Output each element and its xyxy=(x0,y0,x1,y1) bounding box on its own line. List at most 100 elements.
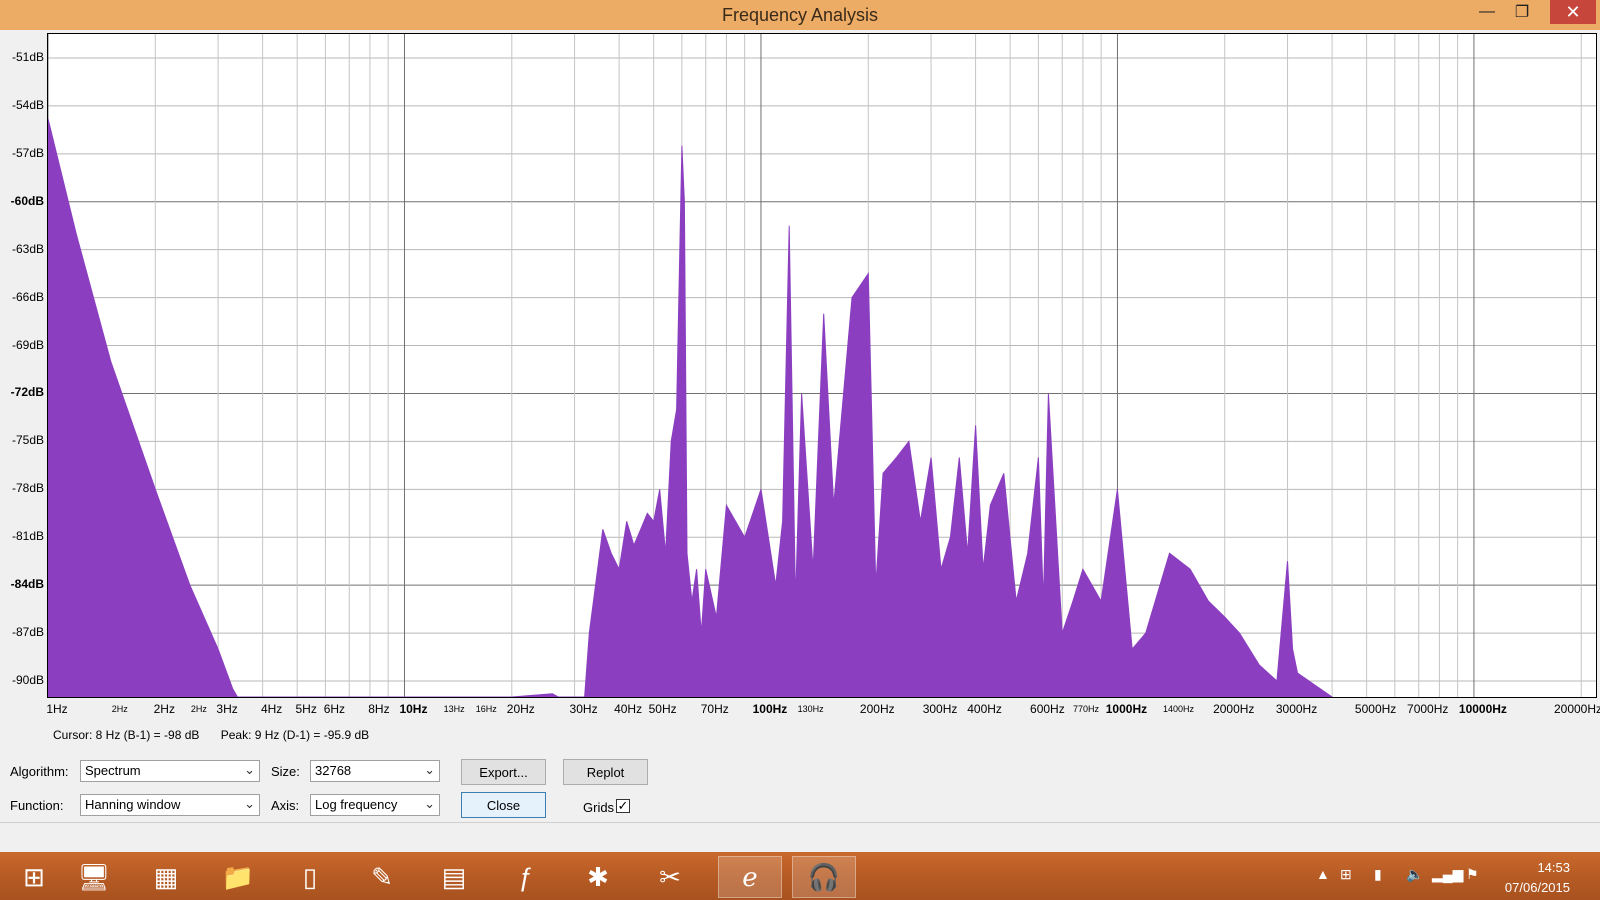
x-tick-label: 100Hz xyxy=(752,702,788,716)
algorithm-value: Spectrum xyxy=(85,763,141,778)
x-tick-label: 1400Hz xyxy=(1163,704,1195,714)
y-tick-label: -66dB xyxy=(11,289,44,304)
y-tick-label: -63dB xyxy=(11,241,44,256)
signal-icon[interactable]: ▂▄▆ xyxy=(1432,866,1463,883)
spectrum-plot[interactable] xyxy=(47,33,1597,698)
x-tick-label: 2Hz xyxy=(153,702,175,716)
x-tick-label: 5000Hz xyxy=(1354,702,1397,716)
x-tick-label: 10000Hz xyxy=(1458,702,1507,716)
minimize-button[interactable]: — xyxy=(1470,0,1504,24)
function-label: Function: xyxy=(10,798,64,813)
y-tick-label: -60dB xyxy=(10,193,44,208)
x-tick-label: 2Hz xyxy=(111,704,128,714)
x-tick-label: 600Hz xyxy=(1030,702,1065,716)
flag-icon[interactable]: ⚑ xyxy=(1466,866,1479,883)
function-select[interactable]: Hanning window ⌄ xyxy=(80,794,260,816)
x-tick-label: 20000Hz xyxy=(1553,702,1600,716)
chevron-down-icon: ⌄ xyxy=(244,762,255,777)
network-icon[interactable]: 🖥 xyxy=(62,856,126,898)
x-tick-label: 200Hz xyxy=(859,702,895,716)
x-tick-label: 3Hz xyxy=(216,702,238,716)
calculator-icon[interactable]: ▤ xyxy=(422,856,486,898)
spectrum-svg xyxy=(48,34,1596,697)
x-tick-label: 300Hz xyxy=(922,702,958,716)
spectrum-area xyxy=(48,118,1333,697)
maximize-button[interactable]: ❐ xyxy=(1505,0,1539,24)
y-tick-label: -69dB xyxy=(11,337,44,352)
x-tick-label: 6Hz xyxy=(323,702,346,716)
y-tick-label: -87dB xyxy=(11,625,44,640)
volume-icon[interactable]: 🔈 xyxy=(1406,866,1423,883)
x-tick-label: 1Hz xyxy=(46,702,68,716)
x-tick-label: 70Hz xyxy=(700,702,729,716)
virtual-gecko-icon[interactable]: ✱ xyxy=(566,856,630,898)
y-tick-label: -90dB xyxy=(11,673,44,688)
battery-icon[interactable]: ▮ xyxy=(1374,866,1382,883)
cursor-readout: Cursor: 8 Hz (B-1) = -98 dB Peak: 9 Hz (… xyxy=(53,728,387,742)
grids-label: Grids xyxy=(583,800,615,815)
y-tick-label: -57dB xyxy=(11,145,44,160)
windows-start-icon[interactable]: ⊞ xyxy=(2,856,66,898)
x-tick-label: 4Hz xyxy=(260,702,283,716)
grids-checkbox[interactable]: ✓ xyxy=(616,799,630,813)
taskbar: ⊞ 🖥 ▦ 📁 ▯ ✎ ▤ ƒ ✱ ✂ ℯ 🎧 xyxy=(0,852,1600,900)
chevron-down-icon: ⌄ xyxy=(424,762,435,777)
chevron-down-icon: ⌄ xyxy=(424,796,435,811)
filezilla-icon[interactable]: ƒ xyxy=(494,856,558,898)
size-value: 32768 xyxy=(315,763,352,778)
firewall-icon[interactable]: ▦ xyxy=(134,856,198,898)
title-bar: Frequency Analysis — ❐ ✕ xyxy=(0,0,1600,30)
x-tick-label: 13Hz xyxy=(443,704,465,714)
x-tick-label: 770Hz xyxy=(1072,704,1099,714)
y-tick-label: -78dB xyxy=(11,481,44,496)
window-title: Frequency Analysis xyxy=(721,5,879,25)
x-tick-label: 7000Hz xyxy=(1407,702,1449,716)
x-tick-label: 400Hz xyxy=(967,702,1002,716)
x-tick-label: 2Hz xyxy=(190,704,207,714)
replot-button[interactable]: Replot xyxy=(563,759,648,785)
size-select[interactable]: 32768 ⌄ xyxy=(310,760,440,782)
internet-explorer-icon[interactable]: ℯ xyxy=(718,856,782,898)
x-tick-label: 30Hz xyxy=(569,702,598,716)
x-tick-label: 16Hz xyxy=(475,704,497,714)
x-tick-label: 130Hz xyxy=(797,704,824,714)
axis-select[interactable]: Log frequency ⌄ xyxy=(310,794,440,816)
x-tick-label: 5Hz xyxy=(295,702,317,716)
action-center-icon[interactable]: ⊞ xyxy=(1340,866,1352,883)
axis-value: Log frequency xyxy=(315,797,398,812)
cursor-value: Cursor: 8 Hz (B-1) = -98 dB xyxy=(53,728,200,742)
y-tick-label: -51dB xyxy=(11,49,44,64)
close-button[interactable]: Close xyxy=(461,792,546,818)
y-tick-label: -75dB xyxy=(11,433,44,448)
function-value: Hanning window xyxy=(85,797,181,812)
algorithm-label: Algorithm: xyxy=(10,764,69,779)
size-label: Size: xyxy=(271,764,300,779)
x-tick-label: 50Hz xyxy=(648,702,677,716)
algorithm-select[interactable]: Spectrum ⌄ xyxy=(80,760,260,782)
x-tick-label: 8Hz xyxy=(368,702,390,716)
x-tick-label: 10Hz xyxy=(399,702,428,716)
y-tick-label: -72dB xyxy=(10,385,44,400)
peak-value: Peak: 9 Hz (D-1) = -95.9 dB xyxy=(220,728,370,742)
checkmark-icon: ✓ xyxy=(617,798,629,813)
clock[interactable]: 14:53 07/06/2015 xyxy=(1505,858,1570,898)
chevron-up-icon[interactable]: ▲ xyxy=(1316,866,1330,882)
chevron-down-icon: ⌄ xyxy=(244,796,255,811)
y-tick-label: -81dB xyxy=(11,529,44,544)
export-button[interactable]: Export... xyxy=(461,759,546,785)
notepad-icon[interactable]: ✎ xyxy=(350,856,414,898)
folder-icon[interactable]: 📁 xyxy=(206,856,270,898)
audacity-icon[interactable]: 🎧 xyxy=(792,856,856,898)
status-bar xyxy=(0,822,1600,853)
document-icon[interactable]: ▯ xyxy=(278,856,342,898)
close-window-button[interactable]: ✕ xyxy=(1550,0,1596,24)
x-tick-label: 3000Hz xyxy=(1275,702,1318,716)
y-tick-label: -84dB xyxy=(10,577,44,592)
clock-date: 07/06/2015 xyxy=(1504,880,1570,895)
y-tick-label: -54dB xyxy=(11,97,44,112)
x-tick-label: 1000Hz xyxy=(1105,702,1148,716)
axis-label: Axis: xyxy=(271,798,300,813)
x-tick-label: 40Hz xyxy=(614,702,643,716)
paint-icon[interactable]: ✂ xyxy=(638,856,702,898)
x-tick-label: 20Hz xyxy=(506,702,535,716)
